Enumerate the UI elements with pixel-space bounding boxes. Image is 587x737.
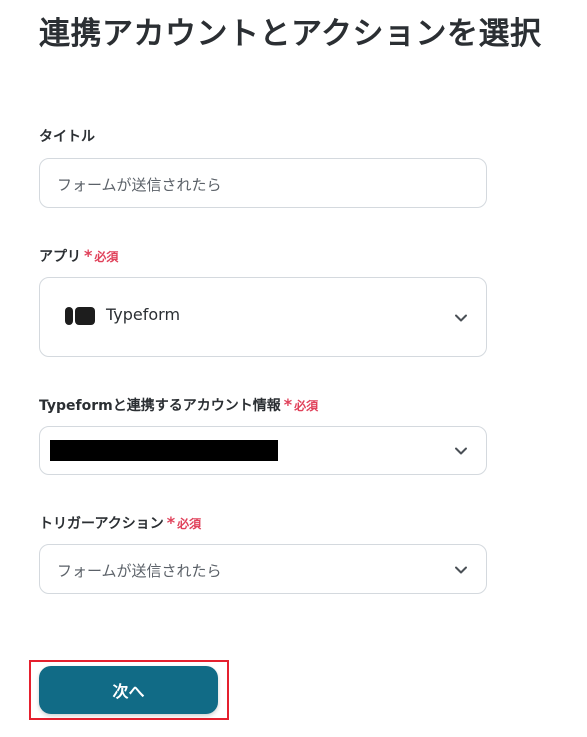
- required-badge: 必須: [294, 399, 319, 413]
- required-asterisk: *: [283, 395, 293, 414]
- account-field-label-text: Typeformと連携するアカウント情報: [39, 398, 281, 414]
- trigger-field-label: トリガーアクション * 必須: [39, 513, 201, 534]
- required-asterisk: *: [84, 246, 93, 265]
- next-button[interactable]: 次へ: [39, 666, 218, 714]
- app-field-label-text: アプリ: [39, 249, 81, 265]
- chevron-down-icon: [455, 447, 467, 455]
- trigger-select-value: フォームが送信されたら: [57, 562, 222, 580]
- required-asterisk: *: [166, 513, 176, 532]
- app-select[interactable]: Typeform: [39, 277, 487, 357]
- app-select-value: Typeform: [106, 305, 181, 324]
- app-field-label: アプリ * 必須: [39, 246, 118, 267]
- required-badge: 必須: [177, 517, 202, 531]
- title-field-label-text: タイトル: [39, 129, 95, 145]
- chevron-down-icon: [455, 314, 467, 322]
- required-badge: 必須: [94, 250, 119, 264]
- page-title: 連携アカウントとアクションを選択: [39, 16, 542, 52]
- title-input-value: フォームが送信されたら: [57, 176, 222, 194]
- account-field-label: Typeformと連携するアカウント情報 * 必須: [39, 395, 318, 416]
- trigger-field-label-text: トリガーアクション: [39, 516, 164, 532]
- page: 連携アカウントとアクションを選択 タイトル フォームが送信されたら アプリ * 必須…: [0, 0, 587, 737]
- typeform-logo-icon: [65, 307, 95, 325]
- account-select[interactable]: [39, 426, 487, 475]
- redacted-account-value: [50, 440, 278, 461]
- trigger-select[interactable]: フォームが送信されたら: [39, 544, 487, 594]
- title-input[interactable]: フォームが送信されたら: [39, 158, 487, 208]
- chevron-down-icon: [455, 566, 467, 574]
- title-field-label: タイトル: [39, 127, 95, 147]
